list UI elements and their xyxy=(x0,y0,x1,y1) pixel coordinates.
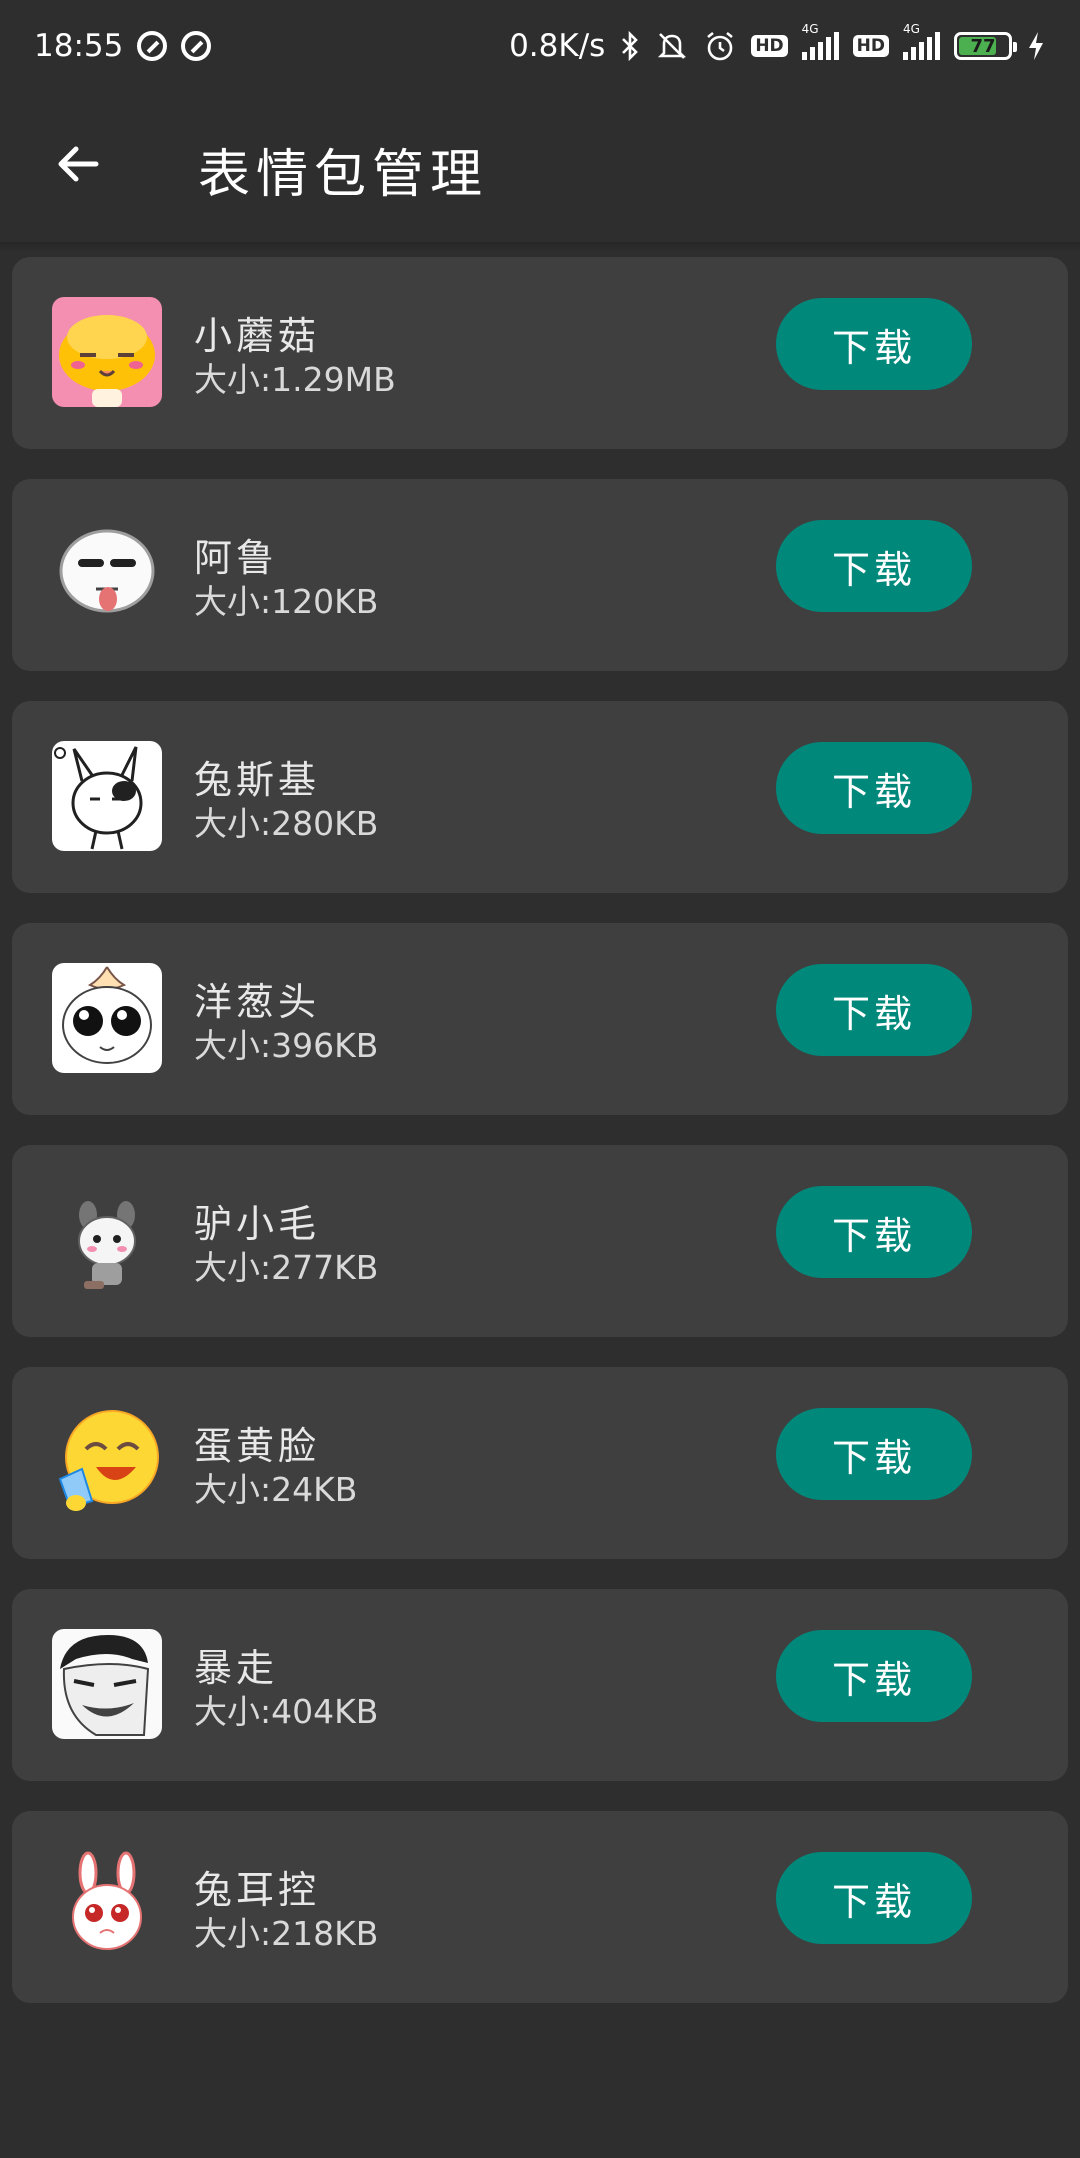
mute-icon xyxy=(658,33,687,59)
pack-size: 大小:1.29MB xyxy=(194,360,396,399)
list-item: 暴走 大小:404KB 下载 xyxy=(12,1589,1068,1781)
pack-name: 洋葱头 xyxy=(194,980,321,1024)
mushroom-sticker-icon xyxy=(52,297,162,407)
hd-icon: HD xyxy=(852,35,889,57)
sticker-pack-list: 小蘑菇 大小:1.29MB 下载 阿鲁 大小:120KB 下载 兔斯基 大小:2… xyxy=(12,257,1068,2033)
download-button[interactable]: 下载 xyxy=(776,298,972,390)
list-item: 兔耳控 大小:218KB 下载 xyxy=(12,1811,1068,2003)
status-bar: 18:55 0.8K/s HD 4G HD 4G 77 xyxy=(0,0,1080,92)
download-button[interactable]: 下载 xyxy=(776,1852,972,1944)
battery-icon: 77 xyxy=(954,32,1017,60)
bluetooth-icon xyxy=(622,30,639,62)
list-item: 阿鲁 大小:120KB 下载 xyxy=(12,479,1068,671)
app-bar-divider xyxy=(0,242,1080,252)
pack-size: 大小:120KB xyxy=(194,582,379,621)
download-button[interactable]: 下载 xyxy=(776,520,972,612)
bunny-ears-sticker-icon xyxy=(52,1851,162,1961)
list-item: 小蘑菇 大小:1.29MB 下载 xyxy=(12,257,1068,449)
pack-name: 蛋黄脸 xyxy=(194,1424,321,1468)
pack-size: 大小:277KB xyxy=(194,1248,379,1287)
pack-name: 小蘑菇 xyxy=(194,314,321,358)
vpn-icon xyxy=(137,31,168,61)
pack-size: 大小:404KB xyxy=(194,1692,379,1731)
list-item: 驴小毛 大小:277KB 下载 xyxy=(12,1145,1068,1337)
page-title: 表情包管理 xyxy=(198,145,489,205)
pack-size: 大小:218KB xyxy=(194,1914,379,1953)
download-button[interactable]: 下载 xyxy=(776,1630,972,1722)
pack-size: 大小:280KB xyxy=(194,804,379,843)
status-bar-left: 18:55 xyxy=(34,28,212,64)
charging-icon xyxy=(1029,32,1043,60)
back-button[interactable] xyxy=(46,132,110,196)
yellow-face-sticker-icon xyxy=(52,1407,162,1517)
signal-icon: 4G xyxy=(801,22,839,60)
download-button[interactable]: 下载 xyxy=(776,964,972,1056)
download-button[interactable]: 下载 xyxy=(776,1186,972,1278)
pack-name: 阿鲁 xyxy=(194,536,279,580)
pack-name: 驴小毛 xyxy=(194,1202,321,1246)
onion-head-sticker-icon xyxy=(52,963,162,1073)
network-speed: 0.8K/s xyxy=(509,28,606,64)
pack-name: 兔耳控 xyxy=(194,1868,321,1912)
aru-face-sticker-icon xyxy=(52,519,162,629)
status-bar-right: 0.8K/s HD 4G HD 4G 77 xyxy=(509,22,1046,64)
list-item: 洋葱头 大小:396KB 下载 xyxy=(12,923,1068,1115)
download-button[interactable]: 下载 xyxy=(776,742,972,834)
donkey-sticker-icon xyxy=(52,1185,162,1295)
list-item: 兔斯基 大小:280KB 下载 xyxy=(12,701,1068,893)
hd-icon: HD xyxy=(751,35,788,57)
clock: 18:55 xyxy=(34,28,124,64)
download-button[interactable]: 下载 xyxy=(776,1408,972,1500)
arrow-left-icon xyxy=(58,146,99,182)
tuzki-sticker-icon xyxy=(52,741,162,851)
rage-face-sticker-icon xyxy=(52,1629,162,1739)
pack-name: 兔斯基 xyxy=(194,758,321,802)
pack-name: 暴走 xyxy=(194,1646,279,1690)
pack-size: 大小:24KB xyxy=(194,1470,358,1509)
alarm-icon xyxy=(707,31,734,61)
vpn-icon xyxy=(181,31,212,61)
list-item: 蛋黄脸 大小:24KB 下载 xyxy=(12,1367,1068,1559)
battery-level: 77 xyxy=(970,35,996,57)
app-bar: 表情包管理 xyxy=(0,92,1080,242)
signal-icon: 4G xyxy=(903,22,940,60)
pack-size: 大小:396KB xyxy=(194,1026,379,1065)
